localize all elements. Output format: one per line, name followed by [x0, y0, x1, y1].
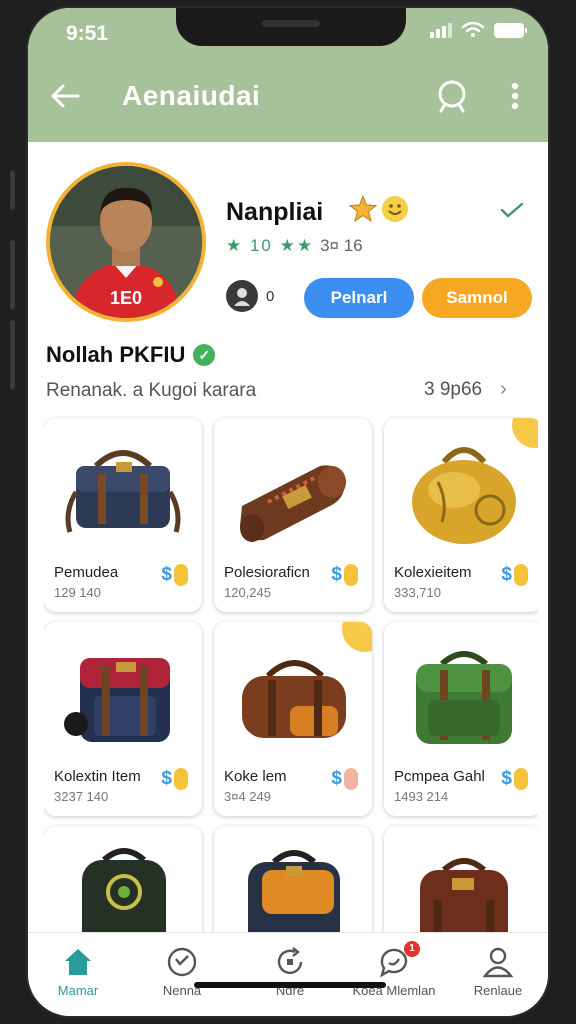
status-icons: [430, 22, 527, 38]
rating-value: 3¤ 16: [320, 236, 363, 255]
star-badge-icon: [348, 194, 378, 223]
tab-explore[interactable]: Nenna: [132, 945, 232, 1001]
svg-text:1E0: 1E0: [110, 288, 142, 308]
user-icon: [482, 947, 514, 978]
leather-roll-bag-image: [240, 465, 346, 542]
orange-backpack-image: [248, 850, 340, 932]
green-backpack-image: [416, 651, 512, 744]
item-grid: Pemudea 129 140 $ Polesioraficn 120,245 …: [44, 412, 538, 932]
item-card[interactable]: Polesioraficn 120,245 $: [214, 418, 372, 612]
profile-name: Nanpliai: [226, 198, 324, 226]
price-coin-icon: $: [161, 768, 188, 790]
item-count: 3 9p66: [424, 378, 483, 400]
refresh-icon: [277, 947, 303, 974]
status-time: 9:51: [66, 22, 109, 45]
secondary-action-button[interactable]: Samnol: [422, 278, 532, 318]
primary-action-button[interactable]: Pelnarl: [304, 278, 414, 318]
red-navy-backpack-image: [64, 658, 170, 742]
item-card[interactable]: Koke lem 3¤4 249 $: [214, 622, 372, 816]
item-card[interactable]: Pcmpea Gahl 1493 214 $: [384, 622, 538, 816]
item-card[interactable]: Kolexieitem 333,710 $: [384, 418, 538, 612]
item-title: Pcmpea Gahl: [394, 768, 485, 785]
app-bar: Aenaiudai: [28, 72, 548, 122]
item-price: 3237 140: [54, 789, 109, 804]
brown-backpack-image: [420, 858, 508, 932]
app-header: 9:51 Aenaiudai: [28, 8, 548, 142]
price-coin-icon: $: [501, 564, 528, 586]
tab-label: Mamar: [57, 983, 99, 998]
avatar[interactable]: 1E0: [46, 162, 206, 322]
notification-badge: 1: [404, 941, 420, 957]
home-icon: [65, 949, 91, 975]
chevron-right-icon: ›: [500, 378, 507, 400]
navy-satchel-image: [65, 450, 181, 533]
item-card[interactable]: [214, 826, 372, 932]
side-button: [10, 240, 15, 310]
smile-badge-icon: [382, 196, 408, 222]
item-card[interactable]: Pemudea 129 140 $: [44, 418, 202, 612]
item-price: 129 140: [54, 585, 101, 600]
item-card[interactable]: Kolextin Item 3237 140 $: [44, 622, 202, 816]
item-title: Koke lem: [224, 768, 287, 785]
profile-badges: [348, 194, 410, 224]
shop-description: Renanak. a Kugoi karara: [46, 380, 257, 401]
home-indicator[interactable]: [194, 982, 386, 988]
speaker-grille: [262, 20, 320, 27]
item-price: 1493 214: [394, 789, 449, 804]
price-coin-icon: $: [331, 768, 358, 790]
expand-chevron-icon[interactable]: [498, 198, 526, 222]
signal-icon: [430, 22, 452, 38]
item-price: 333,710: [394, 585, 441, 600]
bottom-tab-bar: Mamar Nenna Ndre 1 Koea Mlemlan Renlaue: [28, 932, 548, 1016]
price-coin-icon: $: [161, 564, 188, 586]
item-title: Kolexieitem: [394, 564, 472, 581]
item-price: 3¤4 249: [224, 789, 271, 804]
wifi-icon: [462, 22, 484, 37]
more-options-icon[interactable]: [500, 76, 530, 116]
dark-backpack-image: [82, 848, 166, 932]
brown-duffel-image: [242, 660, 346, 738]
shop-name: Nollah PKFIU: [46, 342, 186, 367]
side-button: [10, 320, 15, 390]
item-count-link[interactable]: 3 9p66 ›: [424, 378, 507, 401]
profile-section: 1E0 Nanpliai ★ 10 ★★ 3¤ 16 0 Pelnarl Sam…: [28, 142, 548, 412]
verified-check-icon: ✓: [193, 344, 216, 366]
camera-notch: [176, 8, 406, 46]
tab-label: Renlaue: [473, 983, 523, 998]
follower-icon: [226, 280, 258, 312]
page-title: Aenaiudai: [122, 80, 261, 111]
item-card[interactable]: [44, 826, 202, 932]
gold-pouch-image: [412, 447, 516, 544]
item-title: Polesioraficn: [224, 564, 310, 581]
side-button: [10, 170, 15, 210]
back-arrow-icon[interactable]: [48, 78, 84, 114]
tab-messages[interactable]: 1 Koea Mlemlan: [344, 941, 444, 1001]
item-title: Kolextin Item: [54, 768, 141, 785]
phone-screen: 9:51 Aenaiudai 1E0 Nanpliai ★ 10 ★★ 3¤ 1…: [26, 6, 550, 1018]
smile-icon: [167, 947, 197, 977]
item-title: Pemudea: [54, 564, 119, 581]
rating-stars: ★ 10 ★★: [226, 236, 315, 255]
search-icon[interactable]: [432, 76, 472, 116]
price-coin-icon: $: [501, 768, 528, 790]
rating-row: ★ 10 ★★ 3¤ 16: [226, 236, 363, 256]
item-card[interactable]: [384, 826, 538, 932]
item-price: 120,245: [224, 585, 271, 600]
tab-refresh[interactable]: Ndre: [240, 945, 340, 1001]
follower-indicator[interactable]: 0: [226, 280, 274, 312]
tab-home[interactable]: Mamar: [28, 945, 128, 1001]
tab-profile[interactable]: Renlaue: [448, 945, 548, 1001]
battery-icon: [494, 22, 527, 38]
follower-count: 0: [266, 287, 275, 305]
shop-name-row: Nollah PKFIU ✓: [46, 342, 216, 368]
avatar-photo: 1E0: [50, 166, 202, 318]
price-coin-icon: $: [331, 564, 358, 586]
